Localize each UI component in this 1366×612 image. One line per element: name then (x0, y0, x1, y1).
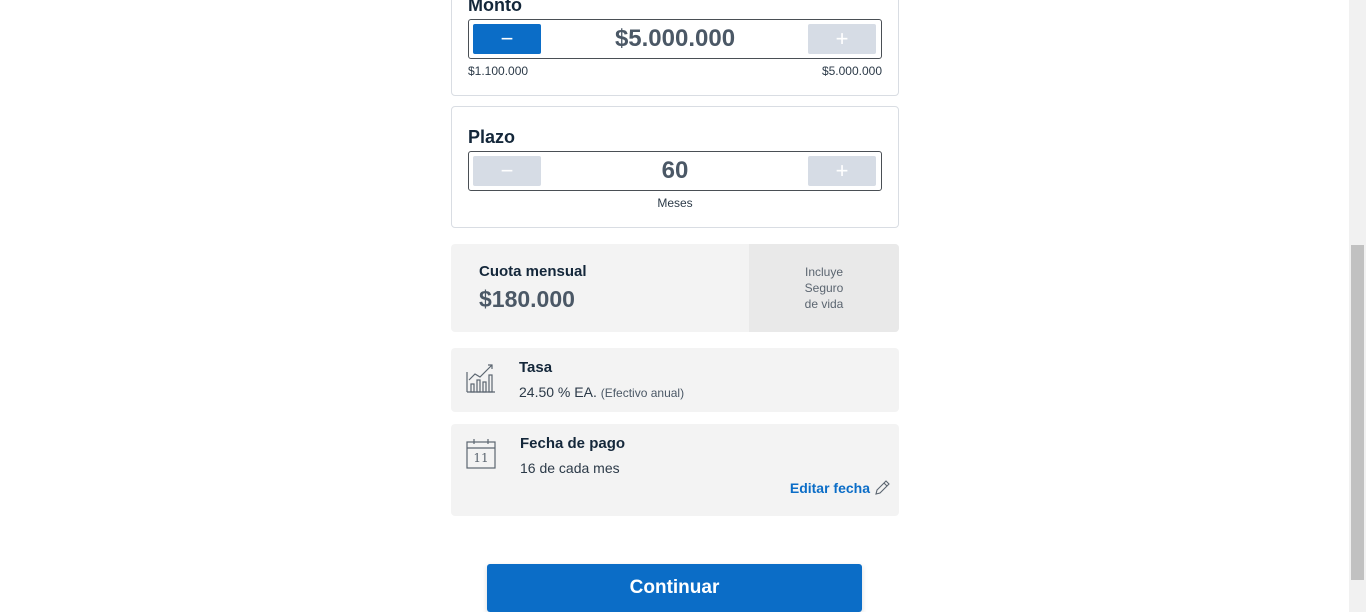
plazo-label: Plazo (468, 127, 516, 147)
monto-stepper: $5.000.000 − + (468, 19, 882, 59)
fecha-label: Fecha de pago (520, 435, 626, 452)
monto-decrease-button[interactable]: − (473, 24, 541, 54)
plazo-decrease-button[interactable]: − (473, 156, 541, 186)
edit-date-label: Editar fecha (789, 480, 870, 496)
plus-icon: + (835, 158, 849, 183)
monto-max-label: $5.000.000 (821, 64, 882, 78)
cuota-label: Cuota mensual (479, 263, 587, 280)
monto-increase-button[interactable]: + (808, 24, 876, 54)
calendar-icon: 11 (466, 438, 496, 470)
seguro-note: Incluye Seguro de vida (749, 264, 899, 312)
fecha-panel (451, 424, 899, 516)
plazo-unit-label: Meses (657, 196, 693, 210)
monto-label: Monto (468, 0, 522, 15)
tasa-detail: (Efectivo anual) (600, 386, 685, 400)
tasa-value-line: 24.50 % EA. (Efectivo anual) (519, 384, 684, 400)
continue-button[interactable]: Continuar (487, 564, 862, 612)
plus-icon: + (835, 26, 849, 51)
pencil-icon (874, 480, 890, 496)
tasa-label: Tasa (519, 359, 553, 376)
scrollbar-thumb[interactable] (1351, 245, 1364, 580)
chart-growth-icon (465, 362, 497, 394)
seguro-note-line3: de vida (804, 297, 844, 311)
calendar-day: 11 (473, 451, 489, 465)
tasa-panel (451, 348, 899, 412)
seguro-note-line2: Seguro (804, 281, 844, 295)
monto-min-label: $1.100.000 (468, 64, 529, 78)
cuota-value: $180.000 (479, 286, 575, 312)
minus-icon: − (500, 26, 514, 51)
plazo-stepper: 60 − + (468, 151, 882, 191)
tasa-value: 24.50 % EA. (519, 384, 597, 400)
edit-date-link[interactable]: Editar fecha (760, 480, 890, 496)
fecha-value: 16 de cada mes (520, 460, 620, 476)
minus-icon: − (500, 158, 514, 183)
seguro-note-line1: Incluye (804, 265, 844, 279)
plazo-increase-button[interactable]: + (808, 156, 876, 186)
